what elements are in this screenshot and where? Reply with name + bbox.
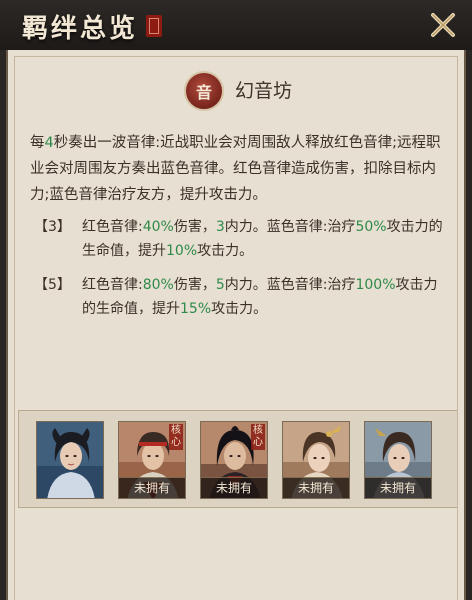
tier-text-part: 攻击力。 <box>211 301 268 317</box>
desc-text: 每 <box>30 135 45 151</box>
tier-value: 50% <box>355 219 387 235</box>
hero-status-label: 未拥有 <box>119 477 185 498</box>
desc-text: 秒奏出一波音律:近战职业会对周围敌人释放红色音律;远程职业会对周围友方奏出蓝色音… <box>30 135 441 203</box>
faction-name: 幻音坊 <box>235 80 293 102</box>
hero-slot-row: 核心 未拥有 核心 未拥有 未拥有 未拥有 <box>18 410 458 508</box>
page-title: 羁绊总览 <box>22 14 139 44</box>
tier-label: 【5】 <box>34 277 71 293</box>
faction-badge-icon: 音 <box>184 71 224 111</box>
bond-panel: 音 幻音坊 每4秒奏出一波音律:近战职业会对周围敌人释放红色音律;远程职业会对周… <box>6 50 466 600</box>
close-button[interactable] <box>426 8 460 42</box>
header-bar: 羁绊总览 <box>0 0 472 50</box>
hero-card-2[interactable]: 核心 未拥有 <box>118 421 186 499</box>
tier-label: 【3】 <box>34 219 71 235</box>
tier-text-part: 攻击力。 <box>197 243 254 259</box>
desc-value: 4 <box>44 135 54 151</box>
tier-text-part: 红色音律: <box>82 277 143 293</box>
core-tag: 核心 <box>169 424 183 450</box>
seal-stamp-icon <box>146 15 162 37</box>
tier-value: 15% <box>180 301 212 317</box>
tier-text-part: 内力。蓝色音律:治疗 <box>224 277 356 293</box>
tier-value: 100% <box>355 277 396 293</box>
tier-value: 40% <box>142 219 174 235</box>
hero-card-5[interactable]: 未拥有 <box>364 421 432 499</box>
hero-status-label: 未拥有 <box>365 477 431 498</box>
tier-value: 80% <box>142 277 174 293</box>
tier-text-part: 红色音律: <box>82 219 143 235</box>
tier-text-part: 伤害， <box>173 277 216 293</box>
hero-status-label: 未拥有 <box>201 477 267 498</box>
tier-value: 5 <box>215 277 225 293</box>
tier-text-part: 内力。蓝色音律:治疗 <box>224 219 356 235</box>
tier-value: 3 <box>215 219 225 235</box>
tier-text-part: 伤害， <box>173 219 216 235</box>
hero-card-4[interactable]: 未拥有 <box>282 421 350 499</box>
faction-description: 每4秒奏出一波音律:近战职业会对周围敌人释放红色音律;远程职业会对周围友方奏出蓝… <box>30 130 450 208</box>
core-tag: 核心 <box>251 424 265 450</box>
tier-text: 红色音律:40%伤害，3内力。蓝色音律:治疗50%攻击力的生命值，提升10%攻击… <box>82 215 448 263</box>
female-dark-hair-icon <box>37 422 103 498</box>
hero-status-label: 未拥有 <box>283 477 349 498</box>
hero-card-3[interactable]: 核心 未拥有 <box>200 421 268 499</box>
close-icon <box>431 13 455 37</box>
hero-card-1[interactable] <box>36 421 104 499</box>
tier-text: 红色音律:80%伤害，5内力。蓝色音律:治疗100%攻击力的生命值，提升15%攻… <box>82 273 448 321</box>
tier-value: 10% <box>166 243 198 259</box>
